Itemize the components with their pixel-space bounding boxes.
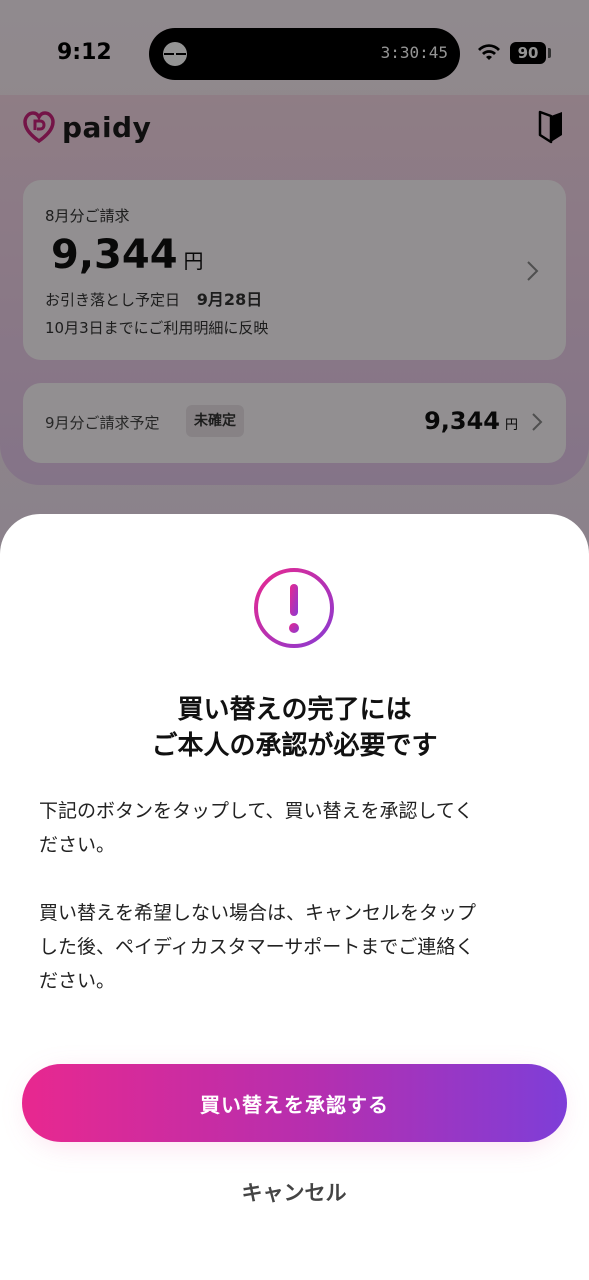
- sheet-title-line2: ご本人の承認が必要です: [151, 731, 438, 761]
- body-text-line: ださい。: [39, 970, 116, 992]
- body-paragraph-2: 買い替えを希望しない場合は、キャンセルをタップ した後、ペイディカスタマーサポー…: [39, 896, 554, 998]
- approve-button[interactable]: 買い替えを承認する: [22, 1064, 567, 1142]
- sheet-title-line1: 買い替えの完了には: [177, 695, 412, 725]
- exclamation-circle-icon: [254, 568, 334, 648]
- cancel-button[interactable]: キャンセル: [194, 1170, 394, 1214]
- sheet-body: 下記のボタンをタップして、買い替えを承認してく ださい。 買い替えを希望しない場…: [39, 794, 554, 998]
- body-paragraph-1: 下記のボタンをタップして、買い替えを承認してく ださい。: [39, 794, 554, 862]
- body-text-line: 買い替えを希望しない場合は、キャンセルをタップ: [39, 902, 477, 924]
- body-text-line: した後、ペイディカスタマーサポートまでご連絡く: [39, 936, 475, 958]
- approval-bottom-sheet: 買い替えの完了には ご本人の承認が必要です 下記のボタンをタップして、買い替えを…: [0, 514, 589, 1280]
- sheet-title: 買い替えの完了には ご本人の承認が必要です: [0, 692, 589, 764]
- body-text-line: ださい。: [39, 834, 116, 856]
- body-text-line: 下記のボタンをタップして、買い替えを承認してく: [39, 800, 474, 822]
